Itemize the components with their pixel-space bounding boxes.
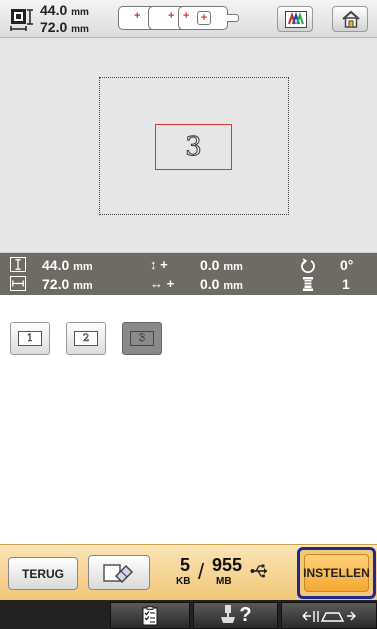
checklist-icon [142, 605, 158, 625]
set-button-highlight: INSTELLEN [297, 547, 376, 599]
top-bar: 44.0 mm 72.0 mm + + + + [0, 0, 377, 38]
horizontal-move-icon: ↔ + [150, 276, 175, 291]
pattern-height-value: 44.0 [40, 2, 68, 18]
vertical-offset-value: 0.0 [200, 257, 220, 273]
memory-used-value: 5 [180, 555, 191, 575]
needle-thread-icon [302, 610, 356, 622]
hoop-selected-marker: + [197, 11, 211, 25]
thread-color-button[interactable] [277, 6, 313, 32]
rotation-value: 0° [340, 257, 354, 273]
pattern-character: 3 [185, 132, 203, 163]
delete-button[interactable] [88, 555, 150, 590]
hoop-frame-selector-icon: + + + + [118, 6, 258, 32]
back-button-label: TERUG [22, 566, 64, 581]
status-height-unit: mm [73, 261, 93, 273]
pattern-size-readout: 44.0 mm 72.0 mm [40, 3, 89, 37]
eraser-icon [103, 563, 134, 583]
back-button[interactable]: TERUG [8, 557, 78, 590]
usb-icon [250, 564, 267, 578]
pattern-width-value: 72.0 [40, 19, 68, 35]
home-icon [342, 10, 360, 28]
pattern-width-unit: mm [71, 24, 89, 35]
pattern-thumb-1-label: 1 [18, 331, 42, 346]
help-question-mark: ? [239, 604, 252, 626]
pattern-thumb-3-label: 3 [130, 331, 154, 346]
needle-thread-button[interactable] [281, 602, 377, 629]
memory-indicator: 5 KB / 955 MB [172, 555, 267, 591]
width-icon [10, 276, 26, 291]
help-button[interactable]: ? [193, 602, 278, 629]
thread-color-icon [285, 11, 307, 28]
horizontal-offset-unit: mm [223, 280, 243, 292]
bottom-toolbar: TERUG 5 KB / 955 MB INSTELLEN [0, 544, 377, 600]
status-width-unit: mm [73, 280, 93, 292]
selected-pattern-frame[interactable]: 3 [155, 124, 232, 170]
memory-separator: / [198, 559, 205, 584]
hoop-tab [227, 14, 239, 22]
memory-used-unit: KB [176, 576, 191, 587]
status-width-value: 72.0 [42, 276, 70, 292]
rotate-icon [301, 258, 315, 274]
pattern-size-icon [10, 9, 33, 31]
pattern-thumb-1[interactable]: 1 [10, 322, 50, 355]
pattern-thumb-2-label: 2 [74, 331, 98, 346]
color-count-value: 1 [342, 276, 350, 292]
memory-total-value: 955 [212, 555, 243, 575]
pattern-height-unit: mm [71, 7, 89, 18]
thread-spool-icon [303, 277, 313, 291]
memory-total-unit: MB [216, 576, 232, 587]
set-button[interactable]: INSTELLEN [303, 554, 370, 592]
hoop-large: + + [178, 6, 228, 30]
vertical-move-icon: ↕ + [150, 257, 168, 272]
checklist-button[interactable] [110, 602, 190, 629]
set-button-label: INSTELLEN [303, 566, 370, 580]
height-icon [10, 257, 26, 272]
status-height-value: 44.0 [42, 257, 70, 273]
home-button[interactable] [332, 6, 368, 32]
presser-foot-help-icon [221, 604, 236, 623]
pattern-status-bar: 44.0 mm ↕ + 0.0 mm 0° 72.0 mm ↔ + 0.0 mm [0, 253, 377, 295]
embroidery-edit-screen: 44.0 mm 72.0 mm + + + + 3 44.0 mm ↕ + 0.… [0, 0, 377, 629]
horizontal-offset-value: 0.0 [200, 276, 220, 292]
vertical-offset-unit: mm [223, 261, 243, 273]
pattern-thumb-2[interactable]: 2 [66, 322, 106, 355]
pattern-thumb-3[interactable]: 3 [122, 322, 162, 355]
pattern-preview-area: 3 [0, 38, 377, 253]
footer-bar: ? [0, 600, 377, 629]
